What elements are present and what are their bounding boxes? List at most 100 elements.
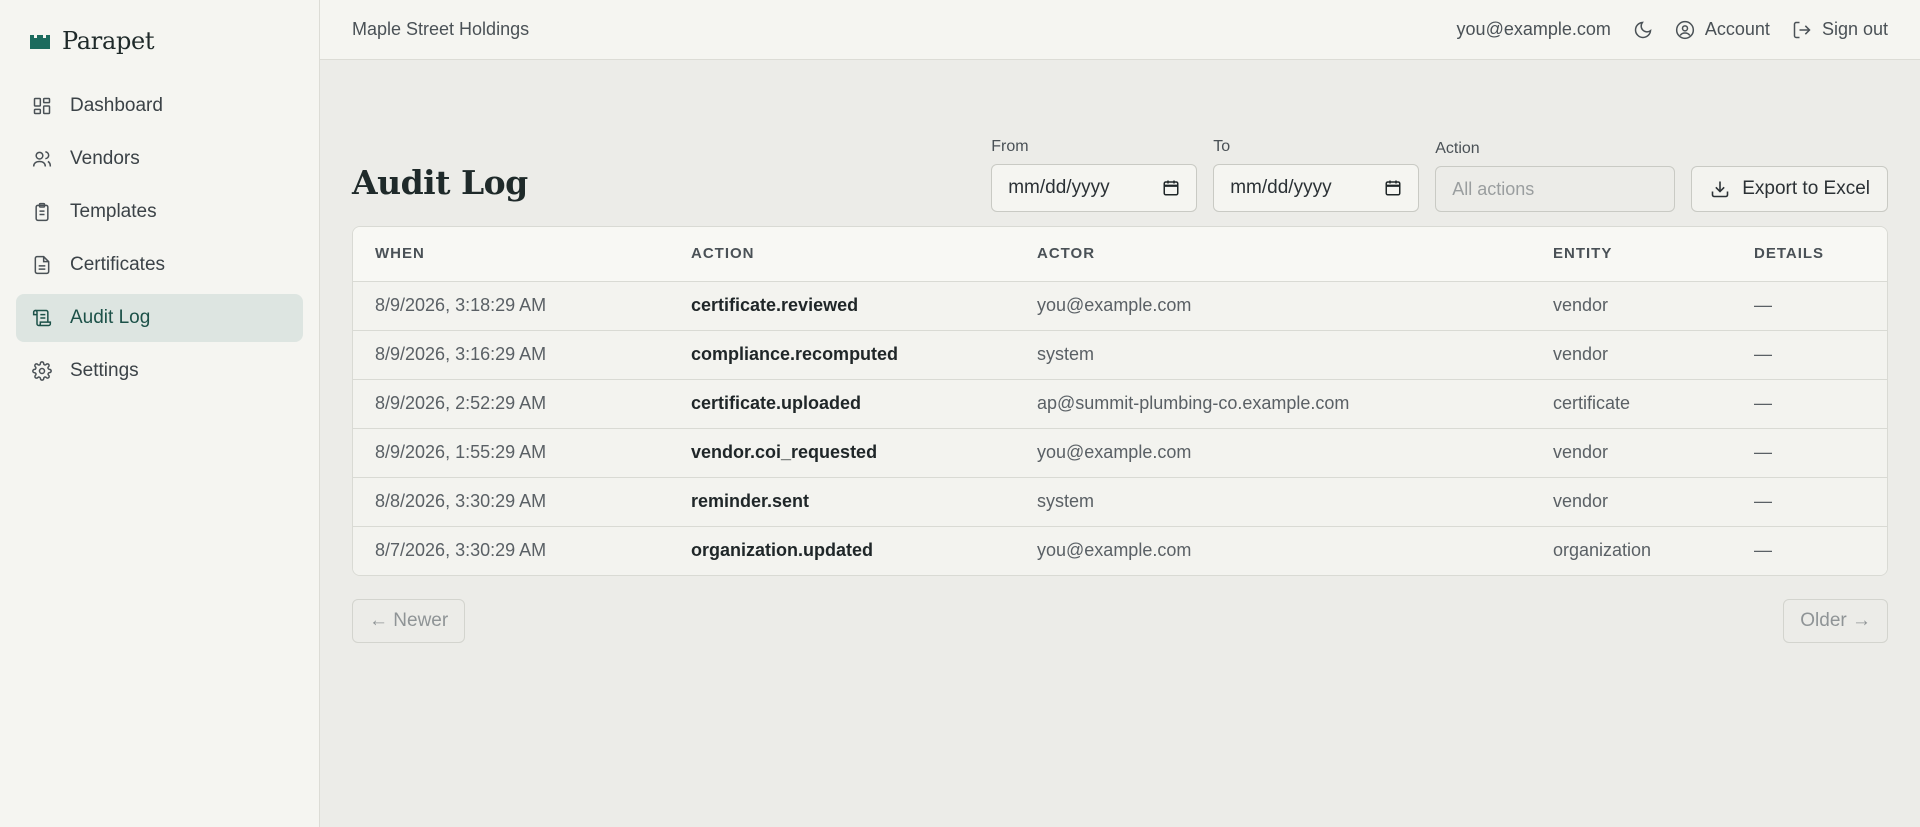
sidebar-nav: Dashboard Vendors Templates Certificates… (16, 82, 303, 395)
column-header-details: DETAILS (1732, 227, 1887, 282)
castle-icon (30, 35, 50, 49)
gear-icon (32, 361, 52, 381)
cell-actor: system (1015, 330, 1531, 380)
to-date-input[interactable]: mm/dd/yyyy (1213, 164, 1420, 212)
cell-when: 8/9/2026, 3:18:29 AM (353, 281, 669, 331)
main: Maple Street Holdings you@example.com Ac… (320, 0, 1920, 827)
cell-action: vendor.coi_requested (669, 428, 1015, 478)
cell-when: 8/9/2026, 2:52:29 AM (353, 379, 669, 429)
account-label: Account (1704, 19, 1770, 39)
signout-button[interactable]: Sign out (1792, 19, 1888, 40)
cell-action: certificate.reviewed (669, 281, 1015, 331)
cell-when: 8/8/2026, 3:30:29 AM (353, 477, 669, 527)
topbar-right: you@example.com Account Sign out (1457, 19, 1888, 40)
page-title: Audit Log (352, 163, 528, 202)
table-row: 8/9/2026, 3:18:29 AM certificate.reviewe… (353, 281, 1887, 331)
org-name: Maple Street Holdings (352, 19, 530, 39)
cell-actor: you@example.com (1015, 428, 1531, 478)
download-icon (1711, 181, 1729, 198)
theme-toggle-button[interactable] (1633, 20, 1653, 40)
column-header-actor: ACTOR (1015, 227, 1531, 282)
audit-table-card: WHEN ACTION ACTOR ENTITY DETAILS 8/9/202… (352, 226, 1888, 576)
sidebar-item-audit-log[interactable]: Audit Log (16, 294, 303, 342)
cell-details: — (1732, 379, 1887, 429)
from-date-input[interactable]: mm/dd/yyyy (991, 164, 1198, 212)
sidebar-item-label: Vendors (70, 148, 140, 169)
sidebar-item-templates[interactable]: Templates (16, 188, 303, 236)
from-field: From mm/dd/yyyy (991, 138, 1198, 212)
cell-entity: vendor (1531, 330, 1732, 380)
newer-button[interactable]: ← Newer (352, 599, 466, 643)
cell-actor: you@example.com (1015, 281, 1531, 331)
sidebar-item-label: Dashboard (70, 95, 163, 116)
sidebar-item-label: Settings (70, 360, 139, 381)
cell-action: organization.updated (669, 526, 1015, 575)
cell-actor: you@example.com (1015, 526, 1531, 575)
calendar-icon[interactable] (1384, 179, 1402, 197)
sidebar-item-certificates[interactable]: Certificates (16, 241, 303, 289)
to-label: To (1213, 138, 1231, 155)
moon-icon (1634, 21, 1652, 38)
scroll-icon (32, 309, 52, 327)
column-header-entity: ENTITY (1531, 227, 1732, 282)
dashboard-icon (33, 97, 51, 115)
logout-icon (1793, 21, 1811, 38)
page-header: Audit Log From mm/dd/yyyy To mm/dd/yyyy (352, 86, 1888, 226)
cell-entity: vendor (1531, 428, 1732, 478)
cell-details: — (1732, 281, 1887, 331)
document-icon (34, 255, 50, 275)
table-row: 8/7/2026, 3:30:29 AM organization.update… (353, 526, 1887, 575)
cell-action: compliance.recomputed (669, 330, 1015, 380)
export-label: Export to Excel (1742, 178, 1870, 199)
sidebar-item-label: Audit Log (70, 307, 151, 328)
table-row: 8/9/2026, 2:52:29 AM certificate.uploade… (353, 379, 1887, 429)
clipboard-icon (35, 202, 49, 222)
cell-actor: system (1015, 477, 1531, 527)
cell-entity: vendor (1531, 281, 1732, 331)
to-field: To mm/dd/yyyy (1213, 138, 1420, 212)
cell-entity: certificate (1531, 379, 1732, 429)
user-circle-icon (1675, 20, 1694, 39)
pagination: ← Newer Older → (352, 599, 1888, 643)
cell-when: 8/9/2026, 3:16:29 AM (353, 330, 669, 380)
user-email: you@example.com (1456, 19, 1611, 39)
cell-details: — (1732, 477, 1887, 527)
sidebar-item-label: Templates (70, 201, 157, 222)
sidebar-item-settings[interactable]: Settings (16, 347, 303, 395)
older-button[interactable]: Older → (1783, 599, 1888, 643)
calendar-icon[interactable] (1162, 179, 1180, 197)
filters: From mm/dd/yyyy To mm/dd/yyyy Action All… (991, 138, 1888, 212)
cell-action: certificate.uploaded (669, 379, 1015, 429)
audit-table: WHEN ACTION ACTOR ENTITY DETAILS 8/9/202… (353, 227, 1887, 575)
action-field: Action (1435, 140, 1676, 212)
column-header-when: WHEN (353, 227, 669, 282)
from-date-value: mm/dd/yyyy (1008, 177, 1110, 198)
sidebar-item-label: Certificates (70, 254, 166, 275)
action-filter-input[interactable] (1435, 166, 1676, 212)
cell-when: 8/7/2026, 3:30:29 AM (353, 526, 669, 575)
brand-name: Parapet (62, 27, 155, 55)
topbar: Maple Street Holdings you@example.com Ac… (320, 0, 1920, 60)
sidebar: Parapet Dashboard Vendors Templates Cert… (0, 0, 320, 827)
users-icon (32, 151, 52, 167)
account-button[interactable]: Account (1675, 19, 1770, 40)
signout-label: Sign out (1821, 19, 1888, 39)
cell-details: — (1732, 526, 1887, 575)
table-row: 8/9/2026, 1:55:29 AM vendor.coi_requeste… (353, 428, 1887, 478)
to-date-value: mm/dd/yyyy (1230, 177, 1332, 198)
sidebar-item-vendors[interactable]: Vendors (16, 135, 303, 183)
cell-action: reminder.sent (669, 477, 1015, 527)
cell-details: — (1732, 428, 1887, 478)
brand[interactable]: Parapet (16, 0, 303, 82)
from-label: From (991, 138, 1029, 155)
export-excel-button[interactable]: Export to Excel (1691, 166, 1888, 212)
cell-actor: ap@summit-plumbing-co.example.com (1015, 379, 1531, 429)
cell-entity: vendor (1531, 477, 1732, 527)
action-label: Action (1435, 140, 1480, 157)
cell-entity: organization (1531, 526, 1732, 575)
sidebar-item-dashboard[interactable]: Dashboard (16, 82, 303, 130)
cell-details: — (1732, 330, 1887, 380)
content: Audit Log From mm/dd/yyyy To mm/dd/yyyy (320, 60, 1920, 643)
table-header-row: WHEN ACTION ACTOR ENTITY DETAILS (353, 227, 1887, 282)
cell-when: 8/9/2026, 1:55:29 AM (353, 428, 669, 478)
